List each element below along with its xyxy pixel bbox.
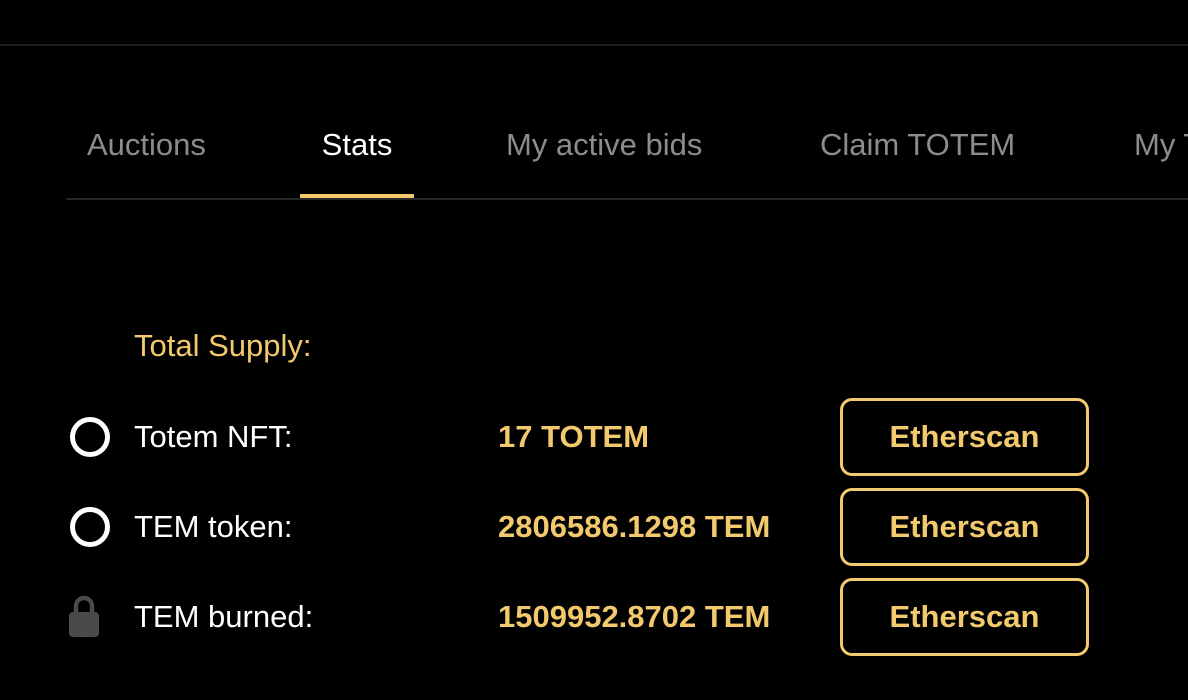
tab-stats[interactable]: Stats <box>300 100 414 200</box>
stat-value: 2806586.1298 TEM <box>498 509 771 544</box>
tab-my-active-bids[interactable]: My active bids <box>506 100 702 200</box>
total-supply-title: Total Supply: <box>134 328 312 363</box>
tab-bar: Auctions Stats My active bids Claim TOTE… <box>66 100 1188 200</box>
stat-label: Totem NFT: <box>134 419 293 454</box>
tab-label: Stats <box>321 127 393 162</box>
circle-icon <box>70 507 110 547</box>
tab-my-t[interactable]: My T <box>1134 100 1188 200</box>
stat-row-tem-burned: TEM burned: 1509952.8702 TEM Etherscan <box>0 577 1188 657</box>
stat-value: 1509952.8702 TEM <box>498 599 771 634</box>
tab-label: Claim TOTEM <box>820 127 1016 162</box>
stat-label: TEM burned: <box>134 599 314 634</box>
tab-label: My T <box>1134 127 1188 162</box>
header-divider <box>0 44 1188 46</box>
lock-icon <box>69 595 110 637</box>
circle-icon <box>70 417 110 457</box>
tab-auctions[interactable]: Auctions <box>87 100 206 200</box>
tab-claim-totem[interactable]: Claim TOTEM <box>820 100 1015 200</box>
stat-value: 17 TOTEM <box>498 419 650 454</box>
etherscan-button-tem-token[interactable]: Etherscan <box>840 488 1089 566</box>
stat-row-totem-nft: Totem NFT: 17 TOTEM Etherscan <box>0 397 1188 477</box>
etherscan-button-tem-burned[interactable]: Etherscan <box>840 578 1089 656</box>
tab-label: Auctions <box>87 127 206 162</box>
stat-row-tem-token: TEM token: 2806586.1298 TEM Etherscan <box>0 487 1188 567</box>
stat-label: TEM token: <box>134 509 293 544</box>
tab-bar-divider <box>66 198 1188 200</box>
etherscan-button-totem-nft[interactable]: Etherscan <box>840 398 1089 476</box>
tab-label: My active bids <box>506 127 703 162</box>
